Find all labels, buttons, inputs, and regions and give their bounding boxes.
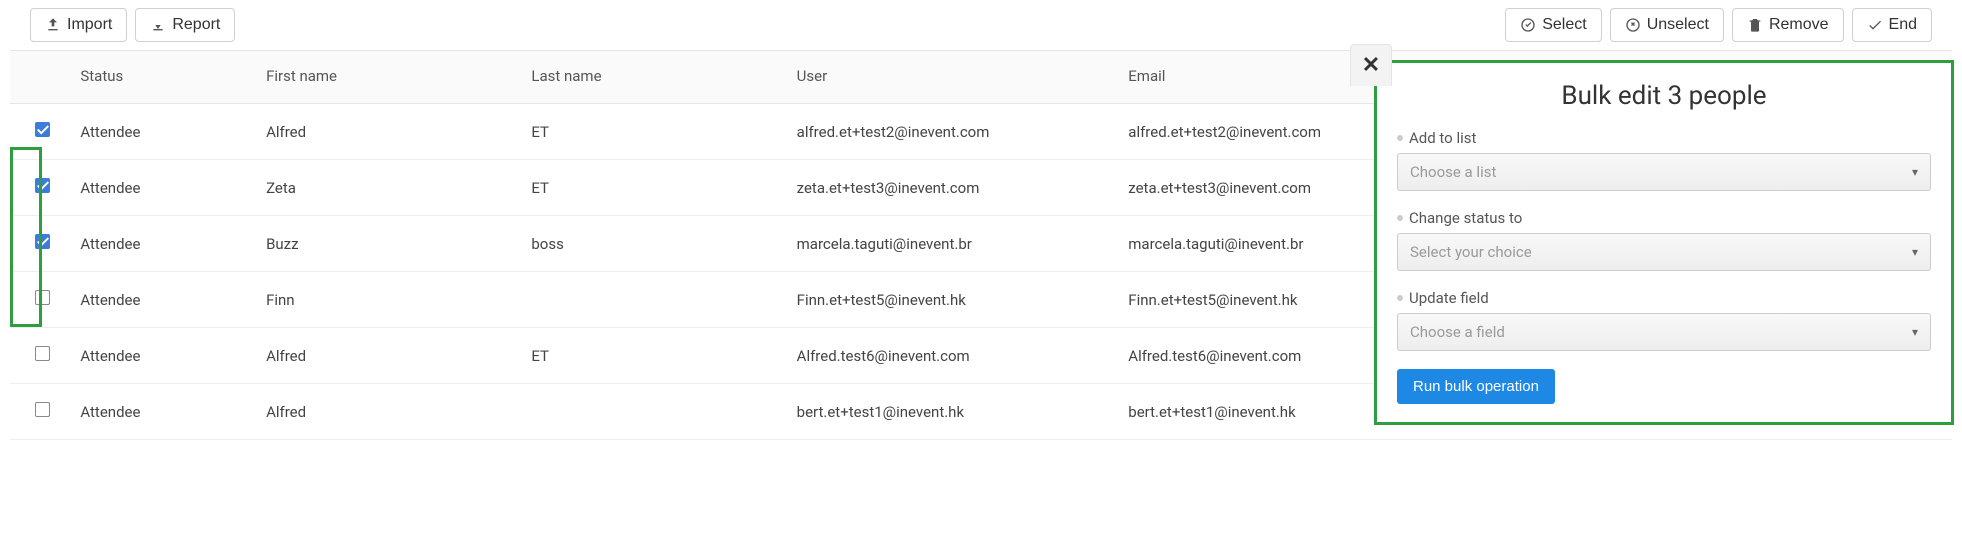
- update-field-select[interactable]: Choose a field: [1397, 313, 1931, 351]
- row-checkbox[interactable]: [35, 234, 50, 249]
- x-circle-icon: [1625, 17, 1641, 33]
- run-bulk-operation-button[interactable]: Run bulk operation: [1397, 369, 1555, 404]
- update-field-placeholder: Choose a field: [1410, 323, 1505, 341]
- import-label: Import: [67, 16, 112, 34]
- cell-first-name: Zeta: [254, 160, 519, 216]
- cell-status: Attendee: [68, 272, 254, 328]
- header-user[interactable]: User: [785, 51, 1117, 104]
- select-label: Select: [1542, 16, 1586, 34]
- cell-last-name: [519, 384, 784, 440]
- cell-last-name: [519, 272, 784, 328]
- close-panel-button[interactable]: ✕: [1350, 44, 1392, 86]
- run-label: Run bulk operation: [1413, 378, 1539, 395]
- panel-title: Bulk edit 3 people: [1397, 81, 1931, 111]
- cell-first-name: Alfred: [254, 328, 519, 384]
- add-to-list-field: Add to list Choose a list: [1397, 129, 1931, 191]
- cell-last-name: ET: [519, 160, 784, 216]
- check-icon: [1867, 17, 1883, 33]
- cell-status: Attendee: [68, 328, 254, 384]
- trash-icon: [1747, 17, 1763, 33]
- change-status-placeholder: Select your choice: [1410, 243, 1532, 261]
- toolbar-right: Select Unselect Remove End: [1505, 8, 1932, 42]
- cell-user: Finn.et+test5@inevent.hk: [785, 272, 1117, 328]
- bulk-edit-panel: Bulk edit 3 people Add to list Choose a …: [1374, 60, 1954, 425]
- report-button[interactable]: Report: [135, 8, 235, 42]
- row-checkbox[interactable]: [35, 346, 50, 361]
- end-label: End: [1889, 16, 1917, 34]
- add-to-list-placeholder: Choose a list: [1410, 163, 1496, 181]
- remove-button[interactable]: Remove: [1732, 8, 1844, 42]
- row-checkbox[interactable]: [35, 402, 50, 417]
- row-checkbox[interactable]: [35, 122, 50, 137]
- change-status-field: Change status to Select your choice: [1397, 209, 1931, 271]
- add-to-list-label: Add to list: [1397, 129, 1931, 147]
- change-status-label: Change status to: [1397, 209, 1931, 227]
- cell-user: Alfred.test6@inevent.com: [785, 328, 1117, 384]
- cell-user: marcela.taguti@inevent.br: [785, 216, 1117, 272]
- toolbar-left: Import Report: [30, 8, 235, 42]
- report-label: Report: [172, 16, 220, 34]
- close-icon: ✕: [1362, 53, 1380, 78]
- row-checkbox[interactable]: [35, 178, 50, 193]
- header-last-name[interactable]: Last name: [519, 51, 784, 104]
- add-to-list-select[interactable]: Choose a list: [1397, 153, 1931, 191]
- remove-label: Remove: [1769, 16, 1829, 34]
- row-checkbox[interactable]: [35, 290, 50, 305]
- cell-user: bert.et+test1@inevent.hk: [785, 384, 1117, 440]
- cell-first-name: Buzz: [254, 216, 519, 272]
- end-button[interactable]: End: [1852, 8, 1932, 42]
- cell-user: zeta.et+test3@inevent.com: [785, 160, 1117, 216]
- cell-last-name: ET: [519, 328, 784, 384]
- cell-first-name: Finn: [254, 272, 519, 328]
- toolbar: Import Report Select Unselect Remove End: [0, 0, 1962, 50]
- cell-status: Attendee: [68, 160, 254, 216]
- cell-first-name: Alfred: [254, 104, 519, 160]
- header-status[interactable]: Status: [68, 51, 254, 104]
- unselect-label: Unselect: [1647, 16, 1709, 34]
- cell-last-name: boss: [519, 216, 784, 272]
- import-button[interactable]: Import: [30, 8, 127, 42]
- select-button[interactable]: Select: [1505, 8, 1601, 42]
- bulk-edit-panel-wrap: ✕ Bulk edit 3 people Add to list Choose …: [1374, 60, 1954, 425]
- change-status-select[interactable]: Select your choice: [1397, 233, 1931, 271]
- check-circle-icon: [1520, 17, 1536, 33]
- cell-status: Attendee: [68, 104, 254, 160]
- cell-status: Attendee: [68, 384, 254, 440]
- update-field-label: Update field: [1397, 289, 1931, 307]
- cell-last-name: ET: [519, 104, 784, 160]
- upload-icon: [45, 17, 61, 33]
- header-checkbox-col: [10, 51, 68, 104]
- header-first-name[interactable]: First name: [254, 51, 519, 104]
- cell-user: alfred.et+test2@inevent.com: [785, 104, 1117, 160]
- unselect-button[interactable]: Unselect: [1610, 8, 1724, 42]
- cell-first-name: Alfred: [254, 384, 519, 440]
- update-field-field: Update field Choose a field: [1397, 289, 1931, 351]
- download-icon: [150, 17, 166, 33]
- cell-status: Attendee: [68, 216, 254, 272]
